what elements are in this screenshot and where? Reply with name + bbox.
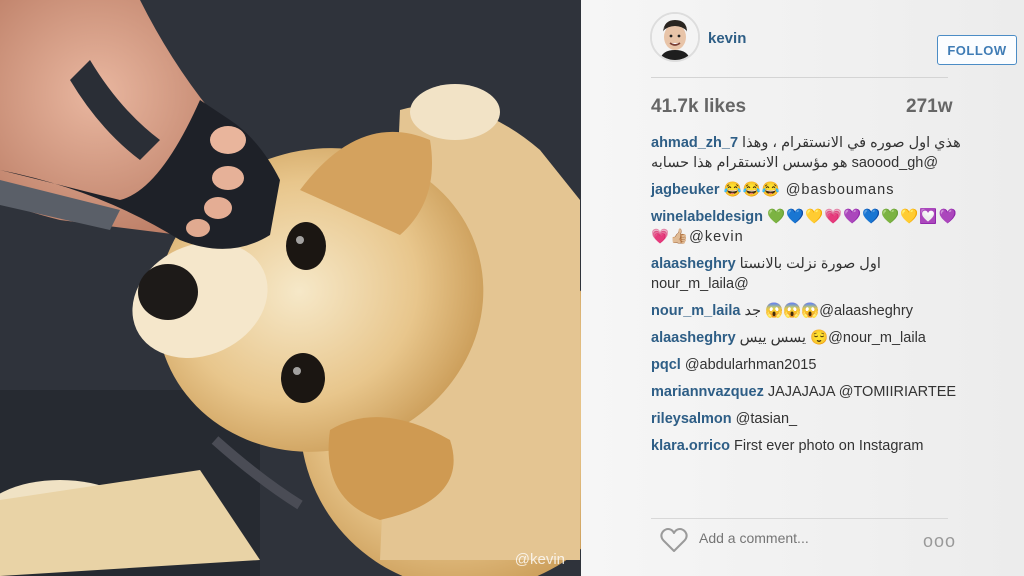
comment-username[interactable]: ahmad_zh_7 — [651, 135, 738, 151]
heart-icon — [660, 528, 688, 552]
comment-item: mariannvazquez JAJAJAJA @TOMIIRIARTEE — [651, 382, 963, 402]
comment-item: klara.orrico First ever photo on Instagra… — [651, 436, 963, 456]
post-sidebar: kevin FOLLOW 41.7k likes 271w ahmad_zh_7… — [581, 0, 1024, 576]
comment-text: JAJAJAJA @TOMIIRIARTEE — [767, 384, 957, 400]
comment-item: alaasheghry اول صورة نزلت بالانستا @nour_… — [651, 254, 963, 294]
comment-text: @tasian_ — [735, 411, 798, 427]
post-age[interactable]: 271w — [906, 96, 952, 118]
add-comment-input[interactable] — [699, 530, 899, 546]
avatar[interactable] — [650, 12, 700, 62]
comment-item: ahmad_zh_7 هذي اول صوره في الانستقرام ، و… — [651, 133, 963, 173]
comment-item: alaasheghry يسس ييس 😌@nour_m_laila — [651, 328, 963, 348]
divider — [651, 77, 948, 78]
comment-username[interactable]: alaasheghry — [651, 256, 736, 272]
comment-username[interactable]: jagbeuker — [651, 182, 720, 198]
like-button[interactable] — [660, 527, 688, 553]
comment-item: winelabeldesign 💚💙💛💗💜💙💚💛💟💜💗👍🏼@kevin — [651, 207, 963, 247]
follow-button[interactable]: FOLLOW — [937, 35, 1017, 65]
profile-photo-icon — [652, 14, 698, 60]
comment-item: nour_m_laila جد 😱😱😱@alaasheghry — [651, 301, 963, 321]
divider — [651, 518, 948, 519]
photo-watermark: @kevin — [514, 551, 565, 568]
comment-text: يسس ييس 😌@nour_m_laila — [739, 330, 926, 346]
more-options-icon[interactable]: ooo — [923, 531, 956, 552]
comment-username[interactable]: rileysalmon — [651, 411, 732, 427]
comment-username[interactable]: winelabeldesign — [651, 209, 763, 225]
likes-count[interactable]: 41.7k likes — [651, 96, 746, 118]
comment-username[interactable]: mariannvazquez — [651, 384, 764, 400]
comment-username[interactable]: klara.orrico — [651, 438, 730, 454]
dog-photo-illustration — [0, 0, 581, 576]
comment-text: 😂😂😂 @basboumans — [723, 182, 895, 198]
comment-username[interactable]: nour_m_laila — [651, 303, 740, 319]
comment-text: جد 😱😱😱@alaasheghry — [744, 303, 913, 319]
post-header: kevin FOLLOW — [650, 12, 1017, 65]
comment-item: rileysalmon @tasian_ — [651, 409, 963, 429]
comment-text: @abdularhman2015 — [684, 357, 817, 373]
post-author-username[interactable]: kevin — [708, 30, 746, 47]
comment-text: First ever photo on Instagram — [734, 438, 924, 454]
comment-item: jagbeuker 😂😂😂 @basboumans — [651, 180, 963, 200]
comments-list: ahmad_zh_7 هذي اول صوره في الانستقرام ، و… — [651, 133, 963, 463]
post-photo: @kevin — [0, 0, 581, 576]
comment-item: pqcl @abdularhman2015 — [651, 355, 963, 375]
comment-username[interactable]: pqcl — [651, 357, 681, 373]
comment-username[interactable]: alaasheghry — [651, 330, 736, 346]
